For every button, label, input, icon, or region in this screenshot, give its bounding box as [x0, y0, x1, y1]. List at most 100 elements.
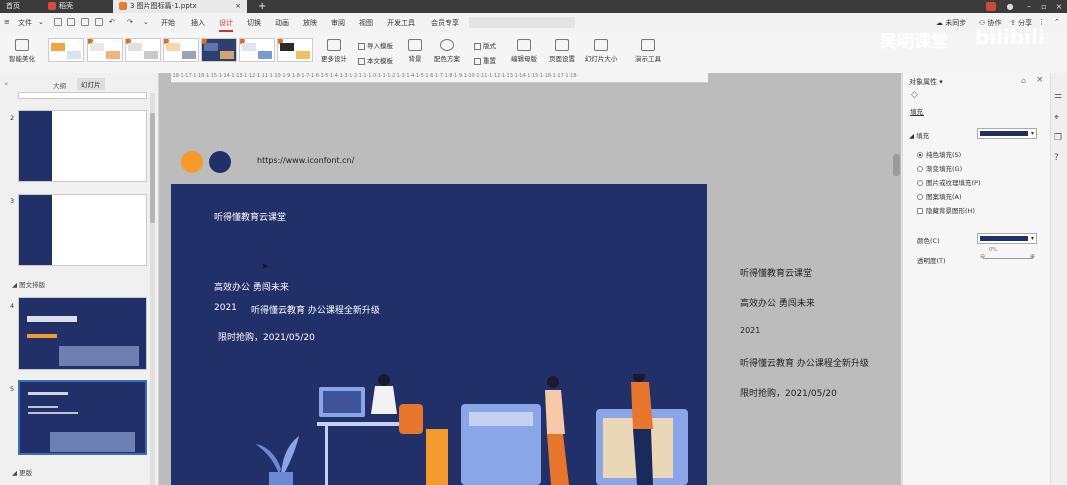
help-icon[interactable]: ?	[1054, 153, 1059, 163]
design-template-5[interactable]	[201, 38, 237, 62]
avatar[interactable]: ●	[1003, 0, 1017, 13]
pin-icon[interactable]: ⌂	[1021, 76, 1026, 85]
layout-button[interactable]: 版式	[474, 40, 496, 50]
menu-insert[interactable]: 插入	[191, 18, 205, 28]
panel-scrollbar[interactable]	[150, 93, 155, 485]
outside-text-2[interactable]: 高效办公 勇闯未来	[740, 296, 815, 309]
slide-size-button[interactable]: 幻灯片大小	[580, 39, 622, 63]
tab-outline[interactable]: 大纲	[53, 80, 66, 90]
hide-bg-checkbox[interactable]: 隐藏背景图形(H)	[917, 205, 975, 215]
present-tools-button[interactable]: 演示工具	[630, 39, 666, 63]
copy-icon[interactable]: ❐	[1054, 133, 1062, 143]
outside-text-3[interactable]: 2021	[740, 326, 760, 335]
slide-promo[interactable]: 限时抢购，2021/05/20	[218, 330, 315, 343]
close-panel-icon[interactable]: ×	[1036, 75, 1044, 85]
design-template-7[interactable]	[277, 38, 313, 62]
color-picker[interactable]: ▾	[977, 233, 1037, 244]
collapse-ribbon-icon[interactable]: ⌃	[1054, 18, 1060, 26]
slide-upgrade[interactable]: 听得懂云教育 办公课程全新升级	[251, 303, 380, 316]
menu-slideshow[interactable]: 放映	[303, 18, 317, 28]
scrollbar-thumb[interactable]	[150, 113, 155, 223]
customize-icon[interactable]: ⌄	[143, 18, 149, 26]
text-template-button[interactable]: 本文模板	[358, 55, 393, 65]
edit-master-button[interactable]: 编辑母版	[509, 39, 539, 63]
radio-solid-fill[interactable]: 纯色填充(S)	[917, 149, 961, 159]
desk-illustration	[317, 374, 423, 485]
slide-thumbnail-1[interactable]	[18, 92, 147, 99]
import-template-button[interactable]: 导入模板	[358, 40, 393, 50]
canvas-scrollbar-thumb[interactable]	[893, 154, 900, 176]
tab-docer[interactable]: 稻壳	[42, 0, 112, 13]
undo-icon[interactable]: ↶	[109, 18, 115, 26]
properties-icon[interactable]: ⚌	[1054, 91, 1062, 101]
preview-icon[interactable]	[95, 18, 103, 26]
radio-gradient-fill[interactable]: 渐变填充(G)	[917, 163, 962, 173]
minimize-icon[interactable]: –	[1022, 0, 1036, 13]
fill-section-toggle[interactable]: ◢ 填充	[909, 130, 929, 140]
menu-member[interactable]: 会员专享	[431, 18, 459, 28]
url-text[interactable]: https://www.iconfont.cn/	[257, 156, 354, 165]
design-template-2[interactable]	[87, 38, 123, 62]
design-template-4[interactable]	[163, 38, 199, 62]
outside-text-4[interactable]: 听得懂云教育 办公课程全新升级	[740, 356, 869, 369]
section-header[interactable]: ◢ 图文排版	[12, 279, 45, 289]
export-icon[interactable]	[67, 18, 75, 26]
navy-circle-shape[interactable]	[209, 151, 231, 173]
fill-color-picker[interactable]: ▾	[977, 128, 1037, 139]
more-design-button[interactable]: 更多设计	[318, 39, 350, 63]
menu-animation[interactable]: 动画	[275, 18, 289, 28]
design-template-6[interactable]	[239, 38, 275, 62]
increase-icon[interactable]: ⊕	[1030, 253, 1035, 260]
menu-review[interactable]: 审阅	[331, 18, 345, 28]
slide-year[interactable]: 2021	[214, 303, 237, 313]
transparency-value: 0%	[989, 247, 997, 253]
slide-title[interactable]: 听得懂教育云课堂	[214, 210, 286, 223]
menu-view[interactable]: 视图	[359, 18, 373, 28]
print-icon[interactable]	[81, 18, 89, 26]
outside-text-1[interactable]: 听得懂教育云课堂	[740, 266, 812, 279]
smart-beautify-button[interactable]: 智能美化	[4, 39, 40, 63]
menu-design[interactable]: 设计	[219, 18, 233, 32]
decrease-icon[interactable]: ⊖	[980, 253, 985, 260]
collapse-panel-icon[interactable]: «	[4, 80, 8, 88]
radio-pattern-fill[interactable]: 图案填充(A)	[917, 191, 962, 201]
transparency-slider[interactable]	[983, 258, 1033, 259]
close-tab-icon[interactable]: ×	[235, 0, 241, 13]
slide-slogan[interactable]: 高效办公 勇闯未来	[214, 280, 289, 293]
maximize-icon[interactable]: ▫	[1037, 0, 1051, 13]
current-slide[interactable]: 听得懂教育云课堂 高效办公 勇闯未来 2021 听得懂云教育 办公课程全新升级 …	[171, 184, 707, 485]
slide-thumbnail-2[interactable]	[18, 110, 147, 182]
save-icon[interactable]	[54, 18, 62, 26]
slide-thumbnail-4[interactable]	[18, 297, 147, 370]
section-header[interactable]: ◢ 更版	[12, 467, 32, 477]
fill-bucket-icon[interactable]: ◇	[911, 90, 918, 100]
background-button[interactable]: 背景	[404, 39, 426, 63]
menu-home[interactable]: 开始	[161, 18, 175, 28]
page-setup-button[interactable]: 页面设置	[546, 39, 578, 63]
radio-picture-fill[interactable]: 图片或纹理填充(P)	[917, 177, 981, 187]
menu-file[interactable]: 文件	[18, 18, 32, 28]
hamburger-icon[interactable]: ≡	[4, 18, 10, 26]
chevron-down-icon[interactable]: ⌄	[38, 18, 44, 26]
outside-text-5[interactable]: 限时抢购，2021/05/20	[740, 386, 837, 399]
redo-icon[interactable]: ↷	[127, 18, 133, 26]
new-tab-button[interactable]: +	[252, 0, 268, 13]
tab-home[interactable]: 首页	[0, 0, 40, 13]
tab-document[interactable]: 3 图片图标篇-1.pptx ×	[113, 0, 247, 13]
slide-thumbnail-5[interactable]	[18, 380, 147, 455]
orange-circle-shape[interactable]	[181, 151, 203, 173]
design-template-3[interactable]	[125, 38, 161, 62]
horizontal-ruler[interactable]: ·18·1·17·1·16·1·15·1·14·1·13·1·12·1·11·1…	[171, 73, 708, 83]
slide-thumbnail-3[interactable]	[18, 194, 147, 266]
tab-slides[interactable]: 幻灯片	[77, 78, 105, 90]
color-scheme-button[interactable]: 配色方案	[430, 39, 464, 63]
close-window-icon[interactable]: ×	[1052, 0, 1066, 13]
menu-transition[interactable]: 切换	[247, 18, 261, 28]
search-input[interactable]	[469, 17, 575, 28]
panel-title[interactable]: 对象属性 ▾	[909, 77, 943, 87]
menu-developer[interactable]: 开发工具	[387, 18, 415, 28]
reset-button[interactable]: 重置	[474, 55, 496, 65]
design-template-1[interactable]	[48, 38, 84, 62]
office-illustration[interactable]	[251, 374, 701, 485]
pin-tool-icon[interactable]: ⌖	[1054, 113, 1059, 123]
